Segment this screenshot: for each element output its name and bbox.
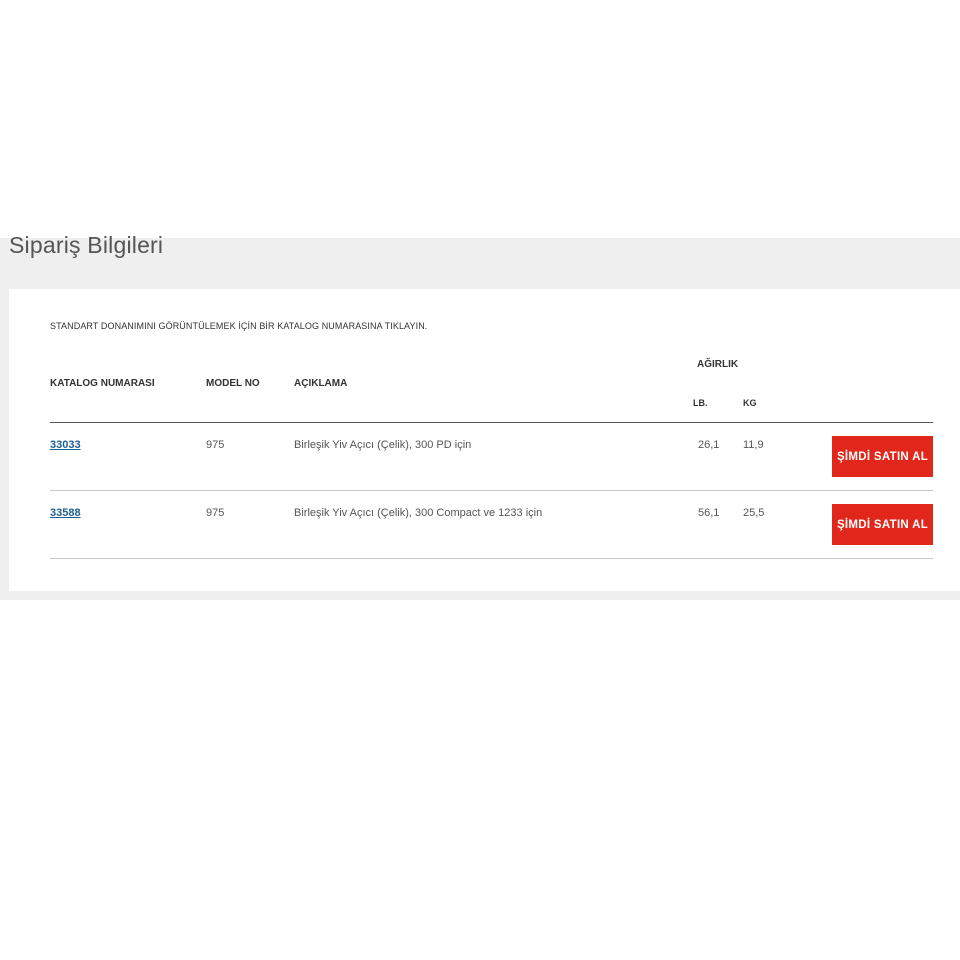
model-number: 975 xyxy=(206,439,225,451)
row-divider xyxy=(50,490,933,491)
header-description: AÇIKLAMA xyxy=(294,378,348,389)
weight-lb-value: 26,1 xyxy=(698,439,720,451)
header-weight-lb: LB. xyxy=(693,398,708,408)
header-weight: AĞIRLIK xyxy=(697,359,739,370)
header-catalog-number: KATALOG NUMARASI xyxy=(50,378,155,389)
section-title: Sipariş Bilgileri xyxy=(9,232,164,258)
catalog-number-link[interactable]: 33588 xyxy=(50,507,81,519)
buy-now-button[interactable]: ŞİMDİ SATIN AL xyxy=(832,436,933,477)
description-text: Birleşik Yiv Açıcı (Çelik), 300 Compact … xyxy=(294,507,543,519)
header-weight-kg: KG xyxy=(743,398,757,408)
row-divider xyxy=(50,558,933,559)
catalog-number-link[interactable]: 33033 xyxy=(50,439,81,451)
order-table-panel xyxy=(9,289,960,591)
model-number: 975 xyxy=(206,507,225,519)
description-text: Birleşik Yiv Açıcı (Çelik), 300 PD için xyxy=(294,439,472,451)
buy-now-button[interactable]: ŞİMDİ SATIN AL xyxy=(832,504,933,545)
weight-kg-value: 25,5 xyxy=(743,507,765,519)
weight-kg-value: 11,9 xyxy=(743,439,764,451)
header-divider xyxy=(50,422,933,423)
weight-lb-value: 56,1 xyxy=(698,507,720,519)
header-model-no: MODEL NO xyxy=(206,378,260,389)
instruction-text: STANDART DONANIMINI GÖRÜNTÜLEMEK İÇİN Bİ… xyxy=(50,321,428,331)
